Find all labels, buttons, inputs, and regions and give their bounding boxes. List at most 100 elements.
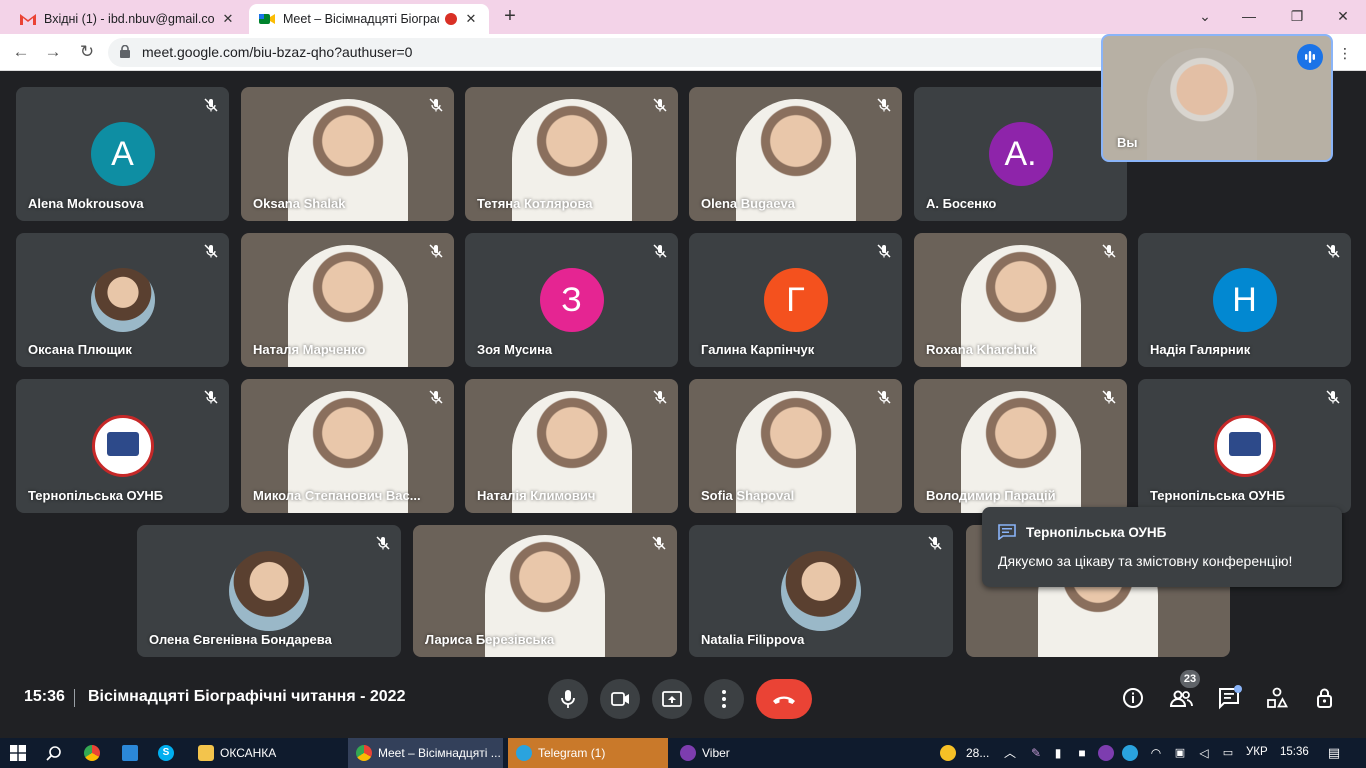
taskbar-item-label: Viber — [702, 746, 730, 760]
telegram-icon — [516, 745, 532, 761]
participants-button[interactable] — [1168, 685, 1194, 711]
tab-gmail[interactable]: Вхідні (1) - ibd.nbuv@gmail.com ✕ — [10, 4, 246, 34]
camera-tray-icon[interactable]: ■ — [1074, 745, 1090, 761]
participant-tile[interactable]: Тетяна Котлярова — [465, 87, 678, 221]
present-screen-button[interactable] — [652, 679, 692, 719]
mic-off-icon — [428, 389, 444, 405]
volume-icon[interactable]: ◁ — [1196, 745, 1212, 761]
participant-name: Лариса Березівська — [425, 632, 555, 647]
participant-tile[interactable]: Лариса Березівська — [413, 525, 677, 657]
system-clock[interactable]: 15:36 — [1280, 746, 1309, 758]
taskbar-item-folder[interactable]: ОКСАНКА — [194, 738, 276, 768]
participant-tile[interactable]: A Alena Mokrousova — [16, 87, 229, 221]
participant-name: Тернопільська ОУНБ — [1150, 488, 1286, 503]
weather-sun-icon[interactable] — [940, 745, 956, 761]
camera-button[interactable] — [600, 679, 640, 719]
close-window-icon[interactable]: ✕ — [1328, 5, 1358, 27]
meeting-control-bar: 15:36 Вісімнадцяті Біографічні читання -… — [0, 667, 1366, 738]
participant-tile[interactable]: Олена Євгенівна Бондарева — [137, 525, 401, 657]
speaking-indicator-icon — [1297, 44, 1323, 70]
taskbar-item-meet[interactable]: Meet – Вісімнадцяті ... — [348, 738, 503, 768]
participant-name: Sofia Shapoval — [701, 488, 795, 503]
participant-name: Зоя Мусина — [477, 342, 553, 357]
activities-button[interactable] — [1264, 685, 1290, 711]
mic-tray-icon[interactable]: ▮ — [1050, 745, 1066, 761]
participant-name: Natalia Filippova — [701, 632, 805, 647]
minimize-icon[interactable]: — — [1234, 5, 1264, 27]
participant-tile[interactable]: З Зоя Мусина — [465, 233, 678, 367]
chat-sender: Тернопільська ОУНБ — [1026, 525, 1167, 540]
participant-tile[interactable]: Sofia Shapoval — [689, 379, 902, 513]
network-icon[interactable]: ▣ — [1172, 745, 1188, 761]
tab-search-icon[interactable]: ⌄ — [1190, 5, 1220, 27]
participant-tile[interactable]: Natalia Filippova — [689, 525, 953, 657]
windows-start-icon[interactable] — [10, 745, 26, 761]
participant-name: А. Босенко — [926, 196, 997, 211]
participant-avatar: A — [90, 122, 155, 186]
menu-icon[interactable]: ⋮ — [1334, 42, 1356, 64]
pen-icon[interactable]: ✎ — [1028, 745, 1044, 761]
chrome-icon — [356, 745, 372, 761]
self-view-tile[interactable]: Вы — [1101, 34, 1333, 162]
chat-notification[interactable]: Тернопільська ОУНБ Дякуємо за цікаву та … — [982, 507, 1342, 587]
reload-icon[interactable]: ↻ — [76, 42, 98, 64]
participant-tile[interactable]: Наталія Климович — [465, 379, 678, 513]
search-icon[interactable] — [46, 745, 62, 761]
self-view-label: Вы — [1117, 135, 1138, 150]
mic-off-icon — [1325, 243, 1341, 259]
wifi-icon[interactable]: ◠ — [1148, 745, 1164, 761]
forward-icon[interactable]: → — [42, 42, 64, 64]
participant-name: Наталя Марченко — [253, 342, 366, 357]
battery-icon[interactable]: ▭ — [1220, 745, 1236, 761]
mic-off-icon — [876, 243, 892, 259]
participant-tile[interactable]: Roxana Kharchuk — [914, 233, 1127, 367]
participant-tile[interactable]: Наталя Марченко — [241, 233, 454, 367]
participant-tile[interactable]: Оксана Плющик — [16, 233, 229, 367]
meeting-details-button[interactable] — [1120, 685, 1146, 711]
participant-tile[interactable]: Тернопільська ОУНБ — [1138, 379, 1351, 513]
participant-name: Галина Карпінчук — [701, 342, 815, 357]
taskbar-item-label: Telegram (1) — [538, 746, 606, 760]
recording-indicator-icon — [445, 13, 457, 25]
host-controls-button[interactable] — [1312, 685, 1338, 711]
new-tab-button[interactable]: + — [498, 5, 522, 29]
taskbar-item-viber[interactable]: Viber — [676, 738, 730, 768]
omnibox[interactable]: meet.google.com/biu-bzaz-qho?authuser=0 … — [108, 38, 1258, 67]
participant-tile[interactable]: Микола Степанович Вас... — [241, 379, 454, 513]
back-icon[interactable]: ← — [10, 42, 32, 64]
telegram-tray-icon[interactable] — [1122, 745, 1138, 761]
restore-icon[interactable]: ❐ — [1282, 5, 1312, 27]
participant-name: Олена Євгенівна Бондарева — [149, 632, 332, 647]
mic-off-icon — [651, 535, 667, 551]
participant-tile[interactable]: Oksana Shalak — [241, 87, 454, 221]
close-tab-icon[interactable]: ✕ — [220, 11, 236, 27]
close-tab-icon[interactable]: ✕ — [463, 11, 479, 27]
meeting-clock: 15:36 — [24, 688, 65, 705]
info-icon — [1123, 688, 1143, 708]
participant-tile[interactable]: A. А. Босенко — [914, 87, 1127, 221]
tab-meet[interactable]: Meet – Вісімнадцяті Біограф ✕ — [249, 4, 489, 34]
viber-tray-icon[interactable] — [1098, 745, 1114, 761]
lock-person-icon — [1317, 688, 1332, 708]
participant-tile[interactable]: Г Галина Карпінчук — [689, 233, 902, 367]
library-emblem-logo — [1213, 415, 1276, 477]
mic-off-icon — [876, 389, 892, 405]
participant-avatar: З — [539, 268, 604, 332]
mic-off-icon — [652, 243, 668, 259]
input-language[interactable]: УКР — [1246, 746, 1268, 758]
participant-tile[interactable]: Olena Bugaeva — [689, 87, 902, 221]
notifications-icon[interactable]: ▤ — [1326, 745, 1342, 761]
participant-tile[interactable]: Володимир Парацій — [914, 379, 1127, 513]
taskbar-item-telegram[interactable]: Telegram (1) — [508, 738, 668, 768]
participant-tile[interactable]: Тернопільська ОУНБ — [16, 379, 229, 513]
skype-icon[interactable]: S — [158, 745, 174, 761]
more-options-button[interactable] — [704, 679, 744, 719]
participant-tile[interactable]: Н Надія Галярник — [1138, 233, 1351, 367]
tab-title: Meet – Вісімнадцяті Біограф — [283, 12, 439, 26]
leave-call-button[interactable] — [756, 679, 812, 719]
tray-chevron-icon[interactable]: ︿ — [1002, 745, 1018, 761]
chrome-icon[interactable] — [84, 745, 100, 761]
microphone-button[interactable] — [548, 679, 588, 719]
mail-app-icon[interactable] — [122, 745, 138, 761]
mic-off-icon — [876, 97, 892, 113]
